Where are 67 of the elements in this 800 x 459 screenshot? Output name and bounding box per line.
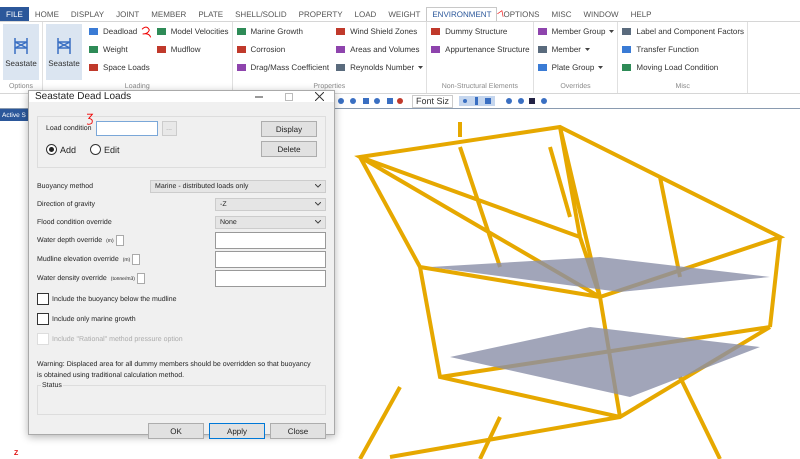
- dialog-button[interactable]: Close: [270, 423, 326, 439]
- ribbon-item-icon: [88, 44, 99, 54]
- ribbon-item[interactable]: Moving Load Condition: [621, 60, 744, 74]
- ribbon-item-icon: [430, 26, 442, 36]
- ribbon-tab[interactable]: FILE: [0, 7, 29, 21]
- ribbon-item-icon: [621, 62, 632, 72]
- input-field[interactable]: [96, 121, 158, 136]
- ribbon-item-icon: [536, 26, 548, 36]
- ribbon-item-icon: [156, 26, 167, 36]
- caret-icon: [418, 66, 424, 68]
- ribbon-item[interactable]: Member Group: [536, 24, 614, 38]
- radio-button[interactable]: Edit: [90, 144, 120, 155]
- dialog-button[interactable]: Delete: [261, 141, 317, 157]
- ribbon-item-icon: [88, 26, 99, 36]
- dialog-button[interactable]: Apply: [209, 423, 265, 439]
- ribbon-item[interactable]: Marine Growth: [236, 24, 330, 38]
- chevron-icon: [315, 202, 321, 206]
- chevron-icon: [315, 220, 321, 224]
- ribbon-item-icon: [335, 62, 346, 72]
- ribbon-item[interactable]: Drag/Mass Coefficient: [236, 60, 330, 74]
- ribbon-item[interactable]: Model Velocities: [156, 24, 229, 38]
- caret-icon: [598, 66, 604, 68]
- ribbon-item-icon: [236, 62, 247, 72]
- ribbon-item-icon: [430, 44, 442, 54]
- caret-icon: [609, 30, 614, 32]
- handwritten-annotation: [140, 25, 152, 39]
- ribbon-item[interactable]: Member: [536, 42, 614, 56]
- radio-button[interactable]: Add: [46, 144, 76, 155]
- ribbon-item[interactable]: Weight: [88, 42, 150, 56]
- dialog-title: Seastate Dead Loads: [35, 91, 132, 102]
- ribbon-item-icon: [621, 44, 632, 54]
- dialog-button[interactable]: Display: [261, 121, 317, 137]
- ribbon-item[interactable]: Plate Group: [536, 60, 614, 74]
- ribbon-item-icon: [335, 44, 346, 54]
- input-field[interactable]: [215, 232, 326, 249]
- maximize-icon[interactable]: [285, 92, 293, 100]
- font-size-dropdown[interactable]: Font Siz: [412, 94, 454, 108]
- input-field[interactable]: [215, 270, 326, 287]
- handwritten-annotation: [86, 113, 94, 125]
- ribbon-item-icon: [156, 44, 167, 54]
- ribbon-item[interactable]: Space Loads: [88, 60, 150, 74]
- input-field[interactable]: [215, 251, 326, 268]
- dialog-button[interactable]: OK: [148, 423, 204, 439]
- ribbon-item[interactable]: Reynolds Number: [335, 60, 424, 74]
- caret-icon: [584, 48, 590, 50]
- ribbon-item[interactable]: Mudflow: [156, 42, 229, 56]
- ribbon-item-icon: [536, 44, 548, 54]
- toolbar-icons-drawing[interactable]: [459, 96, 550, 106]
- ribbon-item[interactable]: Transfer Function: [621, 42, 744, 56]
- ribbon-item[interactable]: Wind Shield Zones: [335, 24, 424, 38]
- ribbon-item-icon: [88, 62, 99, 72]
- ribbon-item-icon: [236, 44, 247, 54]
- close-icon[interactable]: [314, 92, 324, 101]
- ribbon-item-icon: [335, 26, 346, 36]
- seastate-button[interactable]: Seastate: [46, 24, 82, 80]
- ribbon-item[interactable]: Corrosion: [236, 42, 330, 56]
- ribbon-item[interactable]: Label and Component Factors: [621, 24, 744, 38]
- ribbon-item[interactable]: Deadload: [88, 24, 150, 38]
- chevron-icon: [315, 184, 321, 188]
- ribbon-tab[interactable]: ENVIRONMENT: [426, 7, 498, 21]
- seastate-button[interactable]: Seastate: [3, 24, 39, 80]
- ribbon-item[interactable]: Appurtenance Structure: [430, 42, 530, 56]
- ribbon-item-icon: [621, 26, 632, 36]
- ribbon-item[interactable]: Areas and Volumes: [335, 42, 424, 56]
- ribbon-item-icon: [236, 26, 247, 36]
- ribbon-item[interactable]: Dummy Structure: [430, 24, 530, 38]
- ribbon-item-icon: [536, 62, 548, 72]
